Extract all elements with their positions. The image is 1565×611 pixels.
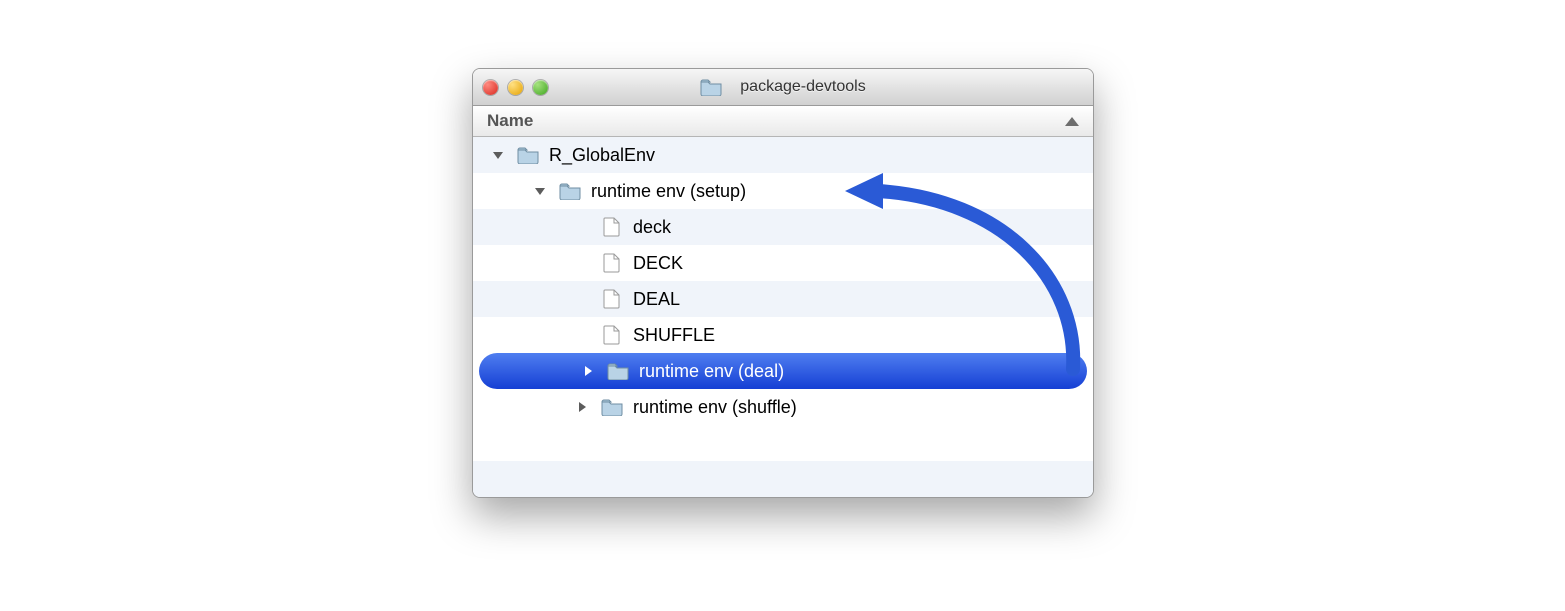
tree-row-shuffle-uc[interactable]: SHUFFLE [473, 317, 1093, 353]
window-title-text: package-devtools [740, 78, 865, 96]
folder-icon [607, 361, 629, 381]
tree-label: runtime env (deal) [639, 361, 784, 382]
tree-row-runtime-setup[interactable]: runtime env (setup) [473, 173, 1093, 209]
tree-view: R_GlobalEnv runtime env (setup) [473, 137, 1093, 497]
tree-label: runtime env (setup) [591, 181, 746, 202]
disclosure-open-icon[interactable] [531, 182, 549, 200]
finder-window: package-devtools Name R_GlobalEnv [472, 68, 1094, 498]
folder-icon [601, 397, 623, 417]
tree-row-deal-uc[interactable]: DEAL [473, 281, 1093, 317]
folder-icon [700, 77, 722, 97]
window-title: package-devtools [473, 77, 1093, 97]
tree-row-runtime-deal[interactable]: runtime env (deal) [479, 353, 1087, 389]
traffic-lights [483, 80, 548, 95]
column-header[interactable]: Name [473, 106, 1093, 137]
column-name-label: Name [487, 111, 533, 131]
tree-row-runtime-shuffle[interactable]: runtime env (shuffle) [473, 389, 1093, 425]
folder-icon [559, 181, 581, 201]
tree-label: DEAL [633, 289, 680, 310]
empty-rows [473, 425, 1093, 497]
sort-ascending-icon[interactable] [1065, 117, 1079, 126]
disclosure-closed-icon[interactable] [573, 398, 591, 416]
titlebar[interactable]: package-devtools [473, 69, 1093, 106]
disclosure-open-icon[interactable] [489, 146, 507, 164]
folder-icon [517, 145, 539, 165]
tree-label: SHUFFLE [633, 325, 715, 346]
zoom-button[interactable] [533, 80, 548, 95]
tree-label: deck [633, 217, 671, 238]
tree-label: DECK [633, 253, 683, 274]
tree-label: R_GlobalEnv [549, 145, 655, 166]
file-icon [601, 253, 623, 273]
close-button[interactable] [483, 80, 498, 95]
tree-row-deck-uc[interactable]: DECK [473, 245, 1093, 281]
tree-row-deck-lc[interactable]: deck [473, 209, 1093, 245]
file-icon [601, 325, 623, 345]
disclosure-closed-icon[interactable] [579, 362, 597, 380]
tree-row-global-env[interactable]: R_GlobalEnv [473, 137, 1093, 173]
minimize-button[interactable] [508, 80, 523, 95]
file-icon [601, 217, 623, 237]
tree-label: runtime env (shuffle) [633, 397, 797, 418]
file-icon [601, 289, 623, 309]
